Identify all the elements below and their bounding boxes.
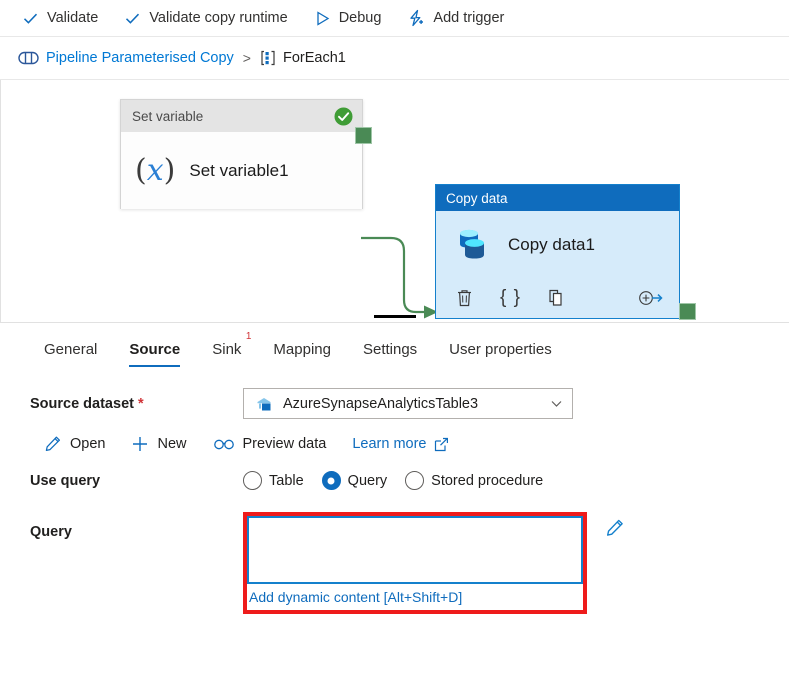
query-highlight-annotation: Add dynamic content [Alt+Shift+D] [243, 512, 587, 614]
use-query-row: Use query Table Query Stored procedure [0, 471, 789, 490]
set-variable-name: Set variable1 [189, 160, 289, 180]
set-variable-output-port[interactable] [355, 127, 372, 144]
debug-label: Debug [338, 10, 382, 26]
preview-data-button[interactable]: Preview data [213, 436, 327, 452]
tab-general-label: General [44, 340, 98, 358]
query-input[interactable] [247, 516, 583, 584]
copy-data-database-icon [452, 226, 492, 264]
copy-data-header: Copy data [436, 185, 679, 211]
tab-sink[interactable]: Sink 1 [196, 327, 257, 371]
panel-drag-handle[interactable] [374, 315, 416, 318]
delete-activity-icon[interactable] [455, 288, 474, 308]
green-check-icon [334, 107, 353, 126]
learn-more-label: Learn more [352, 436, 427, 452]
set-variable-type-label: Set variable [132, 108, 204, 124]
debug-button[interactable]: Debug [314, 10, 382, 27]
pipeline-icon [18, 50, 39, 66]
required-marker: * [138, 395, 144, 412]
glasses-icon [213, 436, 235, 452]
radio-option-query[interactable]: Query [321, 471, 388, 490]
code-view-icon[interactable]: { } [500, 287, 521, 309]
source-dataset-label: Source dataset * [30, 396, 243, 412]
tab-source-label: Source [129, 340, 181, 358]
fx-icon: (x) [135, 152, 176, 188]
set-variable-header: Set variable [121, 100, 362, 132]
breadcrumb-root-link[interactable]: Pipeline Parameterised Copy [46, 50, 234, 66]
radio-query-control[interactable] [321, 471, 341, 490]
plus-icon [131, 435, 149, 453]
tab-source[interactable]: Source [113, 327, 196, 371]
checkmark-icon [22, 10, 39, 27]
activity-properties-tabs: General Source Sink 1 Mapping Settings U… [0, 322, 789, 374]
open-dataset-button[interactable]: Open [44, 435, 105, 453]
dataset-actions-row: Open New Preview data Learn more [0, 435, 789, 453]
tab-mapping[interactable]: Mapping [257, 327, 347, 371]
source-dataset-row: Source dataset * AzureSynapseAnalyticsTa… [0, 388, 789, 419]
foreach-icon [260, 50, 276, 66]
source-dataset-label-text: Source dataset [30, 395, 134, 412]
add-dynamic-content-link[interactable]: Add dynamic content [Alt+Shift+D] [247, 584, 583, 610]
checkmark-icon [124, 10, 141, 27]
radio-option-stored-procedure[interactable]: Stored procedure [405, 471, 543, 490]
preview-data-label: Preview data [242, 436, 327, 452]
set-variable-body: (x) Set variable1 [121, 132, 362, 209]
source-tab-form: Source dataset * AzureSynapseAnalyticsTa… [0, 374, 789, 614]
new-label: New [157, 436, 187, 452]
synapse-dataset-icon [255, 395, 273, 413]
radio-table-label: Table [269, 472, 304, 489]
activity-node-set-variable[interactable]: Set variable (x) Set variable1 [120, 99, 363, 209]
learn-more-link[interactable]: Learn more [352, 436, 449, 452]
use-query-radio-group: Table Query Stored procedure [243, 471, 543, 490]
use-query-label: Use query [30, 472, 101, 489]
radio-stored-procedure-control[interactable] [405, 471, 425, 490]
activity-node-copy-data[interactable]: Copy data Copy data1 {} [435, 184, 680, 319]
copy-data-name: Copy data1 [508, 234, 595, 254]
query-label: Query [30, 524, 72, 540]
breadcrumb-separator: > [242, 50, 251, 66]
validate-button[interactable]: Validate [22, 10, 98, 27]
source-dataset-value: AzureSynapseAnalyticsTable3 [283, 395, 479, 412]
validate-copy-runtime-label: Validate copy runtime [149, 10, 288, 26]
top-toolbar: Validate Validate copy runtime Debug Add… [0, 0, 789, 37]
copy-data-output-port[interactable] [679, 303, 696, 320]
tab-settings-label: Settings [362, 340, 418, 358]
tab-settings[interactable]: Settings [347, 327, 433, 371]
query-edit-pencil-icon[interactable] [605, 518, 625, 538]
copy-data-body: Copy data1 [436, 211, 679, 278]
lightning-plus-icon [407, 9, 425, 27]
query-row: Query Add dynamic content [Alt+Shift+D] [0, 512, 789, 614]
tab-mapping-label: Mapping [273, 340, 331, 358]
chevron-down-icon [550, 397, 563, 410]
validate-copy-runtime-button[interactable]: Validate copy runtime [124, 10, 288, 27]
add-output-icon[interactable] [637, 288, 663, 308]
tab-user-properties[interactable]: User properties [433, 327, 568, 371]
play-triangle-icon [314, 10, 331, 27]
clone-activity-icon[interactable] [547, 288, 567, 308]
copy-data-action-bar: { } [436, 278, 679, 318]
pipeline-canvas[interactable]: Set variable (x) Set variable1 Copy data [0, 80, 789, 322]
add-trigger-label: Add trigger [433, 10, 505, 26]
validate-label: Validate [47, 10, 99, 26]
external-link-icon [434, 437, 449, 452]
new-dataset-button[interactable]: New [131, 435, 187, 453]
radio-option-table[interactable]: Table [243, 471, 304, 490]
radio-table-control[interactable] [243, 471, 262, 490]
sink-error-badge: 1 [245, 330, 252, 342]
tab-general[interactable]: General [28, 327, 113, 371]
radio-stored-procedure-label: Stored procedure [431, 472, 544, 489]
breadcrumb: Pipeline Parameterised Copy > ForEach1 [0, 37, 789, 80]
breadcrumb-current: ForEach1 [282, 50, 346, 66]
add-trigger-button[interactable]: Add trigger [407, 9, 504, 27]
tab-sink-label: Sink [212, 340, 242, 358]
copy-data-type-label: Copy data [446, 190, 508, 206]
pencil-icon [44, 435, 62, 453]
tab-user-properties-label: User properties [449, 340, 552, 358]
source-dataset-select[interactable]: AzureSynapseAnalyticsTable3 [243, 388, 573, 419]
open-label: Open [70, 436, 106, 452]
radio-query-label: Query [347, 472, 388, 489]
